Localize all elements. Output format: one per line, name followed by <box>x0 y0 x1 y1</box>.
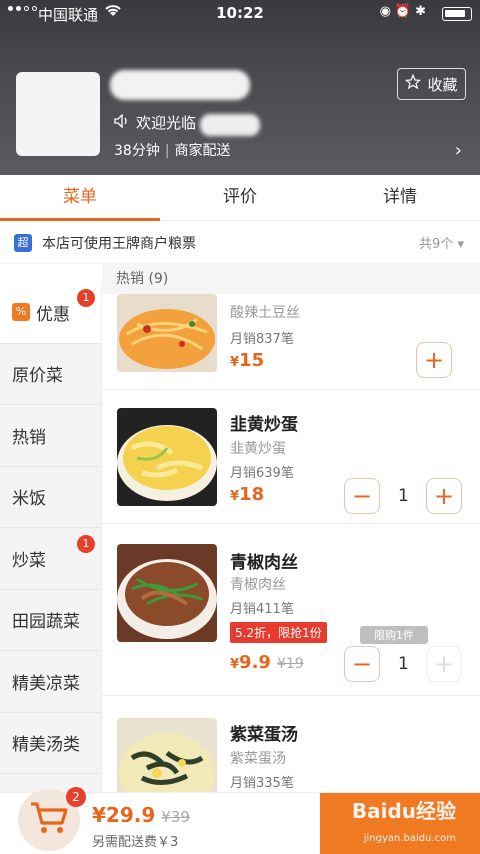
sidebar-item-cold-dishes[interactable]: 精美凉菜 <box>0 651 101 713</box>
checkout-button[interactable]: Baidu经验 jingyan.baidu.com <box>320 793 480 854</box>
minus-button[interactable]: − <box>344 646 380 682</box>
minus-button[interactable]: − <box>344 478 380 514</box>
welcome-redacted <box>200 114 260 136</box>
cart-icon <box>29 801 69 839</box>
list-item[interactable]: 韭黄炒蛋 韭黄炒蛋 月销639笔 ¥18 − 1 + <box>102 390 480 524</box>
battery-icon <box>442 7 472 21</box>
tab-details[interactable]: 详情 <box>320 175 480 220</box>
list-item[interactable]: 酸辣土豆丝 月销837笔 ¥15 + <box>102 294 480 390</box>
sidebar-item-label: 精美汤类 <box>12 735 80 756</box>
sidebar-item-label: 热销 <box>12 427 46 448</box>
count-badge: 1 <box>77 289 95 307</box>
sidebar-item-hot[interactable]: 热销 <box>0 405 101 467</box>
quantity: 1 <box>398 486 409 506</box>
dish-subtitle: 紫菜蛋汤 <box>230 751 286 767</box>
discount-tag: 5.2折，限抢1份 <box>230 622 327 643</box>
section-title: 热销 (9) <box>102 264 480 294</box>
sidebar-item-label: 精美凉菜 <box>12 673 80 694</box>
dish-image <box>117 408 217 506</box>
sidebar-item-label: 米饭 <box>12 489 46 510</box>
add-button[interactable]: + <box>416 342 452 378</box>
tab-reviews[interactable]: 评价 <box>160 175 320 220</box>
dish-price: ¥18 <box>230 484 265 505</box>
dish-name: 青椒肉丝 <box>230 553 298 573</box>
welcome-row: 欢迎光临 <box>114 112 196 133</box>
dish-subtitle: 青椒肉丝 <box>230 577 286 593</box>
chevron-right-icon[interactable]: › <box>455 140 462 161</box>
star-icon <box>405 73 422 94</box>
sidebar-item-label: 田园蔬菜 <box>12 612 80 633</box>
shop-meta: 38分钟 | 商家配送 <box>114 143 231 159</box>
cart-bar: 2 ¥29.9 ¥39 另需配送费￥3 Baidu经验 jingyan.baidu… <box>0 787 480 854</box>
dish-image <box>117 544 217 642</box>
original-price: ¥19 <box>276 656 304 672</box>
dish-subtitle: 酸辣土豆丝 <box>230 305 300 321</box>
delivery-type: 商家配送 <box>174 143 231 159</box>
dish-name: 韭黄炒蛋 <box>230 415 298 435</box>
tab-bar: 菜单 评价 详情 <box>0 175 480 221</box>
notice-count: 共9个 ▾ <box>419 237 464 252</box>
shop-header: 中国联通 10:22 ◉⏰✱ 欢迎光临 38分钟 | 商家配送 收藏 › <box>0 0 480 175</box>
count-badge: 1 <box>77 535 95 553</box>
favorite-button[interactable]: 收藏 <box>397 68 466 100</box>
watermark-url: jingyan.baidu.com <box>363 833 456 844</box>
sidebar-item-stirfry[interactable]: 炒菜 1 <box>0 528 101 590</box>
monthly-sales: 月销837笔 <box>230 332 294 347</box>
sidebar-item-label: 原价菜 <box>12 366 63 387</box>
quantity: 1 <box>398 654 409 674</box>
super-badge-icon: 超 <box>14 233 32 252</box>
dish-name: 紫菜蛋汤 <box>230 725 298 745</box>
dish-image <box>117 294 217 372</box>
add-button[interactable]: + <box>426 646 462 682</box>
favorite-label: 收藏 <box>427 75 458 94</box>
list-item[interactable]: 青椒肉丝 青椒肉丝 月销411笔 5.2折，限抢1份 限购1件 ¥9.9 ¥19 … <box>102 524 480 696</box>
monthly-sales: 月销335笔 <box>230 776 294 791</box>
sidebar-item-label: 炒菜 <box>12 550 46 571</box>
shop-logo <box>16 72 100 156</box>
welcome-text: 欢迎光临 <box>136 114 197 132</box>
cart-total: ¥29.9 ¥39 <box>92 803 190 827</box>
sidebar-item-vegetables[interactable]: 田园蔬菜 <box>0 590 101 651</box>
add-button[interactable]: + <box>426 478 462 514</box>
category-sidebar: % 优惠 1 原价菜 热销 米饭 炒菜 1 田园蔬菜 精美凉菜 精美汤类 <box>0 282 102 792</box>
sidebar-item-soups[interactable]: 精美汤类 <box>0 713 101 774</box>
dish-subtitle: 韭黄炒蛋 <box>230 441 286 457</box>
list-item[interactable]: 紫菜蛋汤 紫菜蛋汤 月销335笔 <box>102 696 480 792</box>
watermark-text: Baidu经验 <box>351 799 456 823</box>
notice-text: 本店可使用王牌商户粮票 <box>42 235 196 252</box>
dish-price: ¥9.9 ¥19 <box>230 652 304 673</box>
cart-original-total: ¥39 <box>161 808 190 826</box>
sidebar-item-promo[interactable]: % 优惠 1 <box>0 282 101 344</box>
status-icons: ◉⏰✱ <box>379 4 430 19</box>
speaker-icon <box>114 112 130 132</box>
status-bar: 中国联通 10:22 ◉⏰✱ <box>0 0 480 28</box>
sidebar-item-rice[interactable]: 米饭 <box>0 467 101 528</box>
sidebar-item-label: 优惠 <box>36 304 70 325</box>
monthly-sales: 月销639笔 <box>230 466 294 481</box>
cart-count-badge: 2 <box>66 787 86 807</box>
delivery-fee: 另需配送费￥3 <box>92 835 179 850</box>
delivery-time: 38分钟 <box>114 143 160 159</box>
percent-icon: % <box>12 303 30 322</box>
sidebar-item-original[interactable]: 原价菜 <box>0 344 101 405</box>
coupon-notice[interactable]: 超 本店可使用王牌商户粮票 共9个 ▾ <box>0 222 480 264</box>
dish-image <box>117 718 217 792</box>
monthly-sales: 月销411笔 <box>230 602 294 617</box>
shop-name-redacted <box>110 70 250 100</box>
limit-tag: 限购1件 <box>360 626 428 644</box>
tab-menu[interactable]: 菜单 <box>0 175 160 221</box>
dish-price: ¥15 <box>230 350 265 371</box>
